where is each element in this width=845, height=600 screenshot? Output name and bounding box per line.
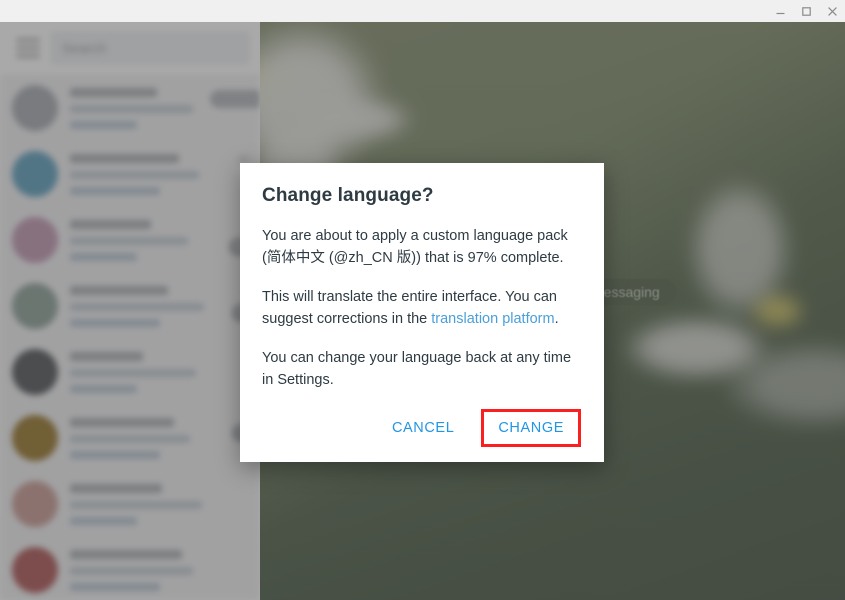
change-language-dialog: Change language? You are about to apply … bbox=[240, 163, 604, 462]
dialog-action-row: CANCEL CHANGE bbox=[262, 408, 582, 452]
close-icon[interactable] bbox=[819, 0, 845, 22]
dialog-paragraph-2: This will translate the entire interface… bbox=[262, 286, 582, 330]
title-bar bbox=[0, 0, 845, 22]
dialog-paragraph-3: You can change your language back at any… bbox=[262, 350, 572, 388]
minimize-icon[interactable] bbox=[767, 0, 793, 22]
maximize-icon[interactable] bbox=[793, 0, 819, 22]
change-button[interactable]: CHANGE bbox=[481, 409, 581, 447]
paragraph-1-text-post: complete. bbox=[496, 250, 564, 266]
dialog-paragraph-1: You are about to apply a custom language… bbox=[262, 225, 582, 269]
cancel-button[interactable]: CANCEL bbox=[378, 412, 468, 444]
completion-percent: 97% bbox=[467, 250, 497, 266]
paragraph-2-text-post: . bbox=[554, 311, 559, 327]
application-window: Search :32:010:03111 messaging Change la… bbox=[0, 0, 845, 600]
dialog-title: Change language? bbox=[262, 185, 434, 206]
translation-platform-link[interactable]: translation platform bbox=[431, 311, 554, 327]
